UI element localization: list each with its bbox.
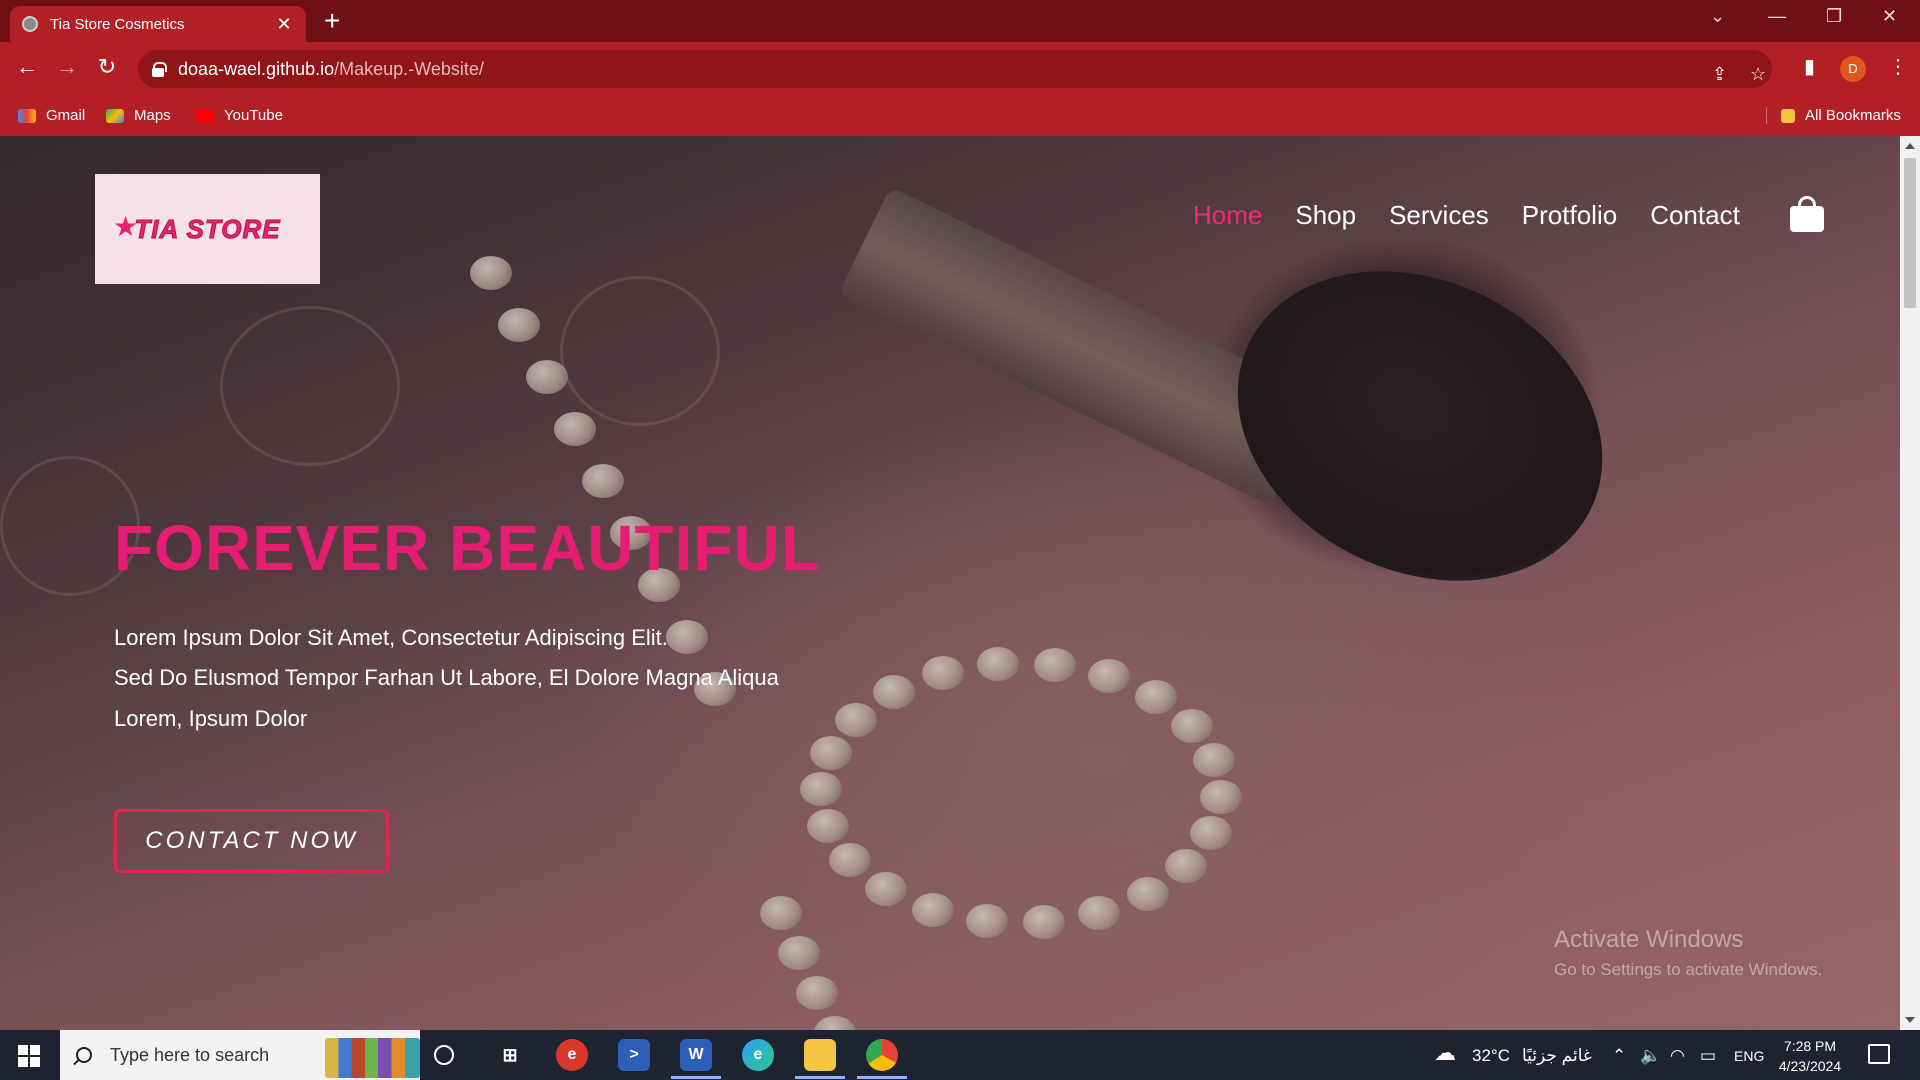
edge-icon[interactable]: e [742,1039,774,1071]
youtube-icon [196,108,214,123]
close-window-button[interactable]: ✕ [1882,6,1897,27]
system-clock[interactable]: 7:28 PM 4/23/2024 [1770,1036,1850,1076]
bookmark-youtube[interactable]: YouTube [196,107,283,124]
search-highlight-books-icon [325,1038,420,1078]
file-explorer-icon[interactable] [804,1039,836,1071]
maps-icon [106,108,124,123]
task-view-icon[interactable]: ⊞ [494,1039,526,1071]
bookmark-gmail[interactable]: Gmail [18,107,85,124]
reload-icon[interactable]: ↻ [92,54,122,80]
search-placeholder: Type here to search [110,1044,270,1065]
folder-icon [1781,108,1795,123]
word-active-indicator [671,1076,721,1079]
windows-taskbar: Type here to search ⊞ e > W e ☁ 32°C غائ… [0,1030,1920,1080]
clock-date: 4/23/2024 [1778,1058,1842,1074]
clock-time: 7:28 PM [1783,1038,1837,1054]
all-bookmarks-button[interactable]: All Bookmarks [1766,107,1901,124]
side-panel-icon[interactable]: ▮ [1804,54,1815,79]
nav-portfolio[interactable]: Protfolio [1522,200,1617,231]
notification-center-icon[interactable] [1868,1044,1890,1064]
show-hidden-icons-chevron-icon[interactable]: ⌃ [1612,1046,1626,1066]
bookmark-maps[interactable]: Maps [106,107,171,124]
powershell-icon[interactable]: > [618,1039,650,1071]
nav-contact[interactable]: Contact [1650,200,1740,231]
hero-text-line: Lorem, Ipsum Dolor [114,706,308,731]
battery-icon[interactable]: ▭ [1700,1046,1716,1066]
volume-icon[interactable]: 🔈 [1640,1046,1661,1066]
star-icon: ★ [113,211,139,242]
hero-title: FOREVER BEAUTIFUL [114,512,821,584]
app-icon-red[interactable]: e [556,1039,588,1071]
site-logo[interactable]: ★ TIA STORE [95,174,320,284]
contact-now-button[interactable]: CONTACT NOW [114,809,389,873]
lock-icon [152,62,167,77]
search-icon [76,1047,92,1063]
bookmark-label: YouTube [224,107,283,124]
chrome-active-indicator [857,1076,907,1079]
forward-arrow-icon[interactable]: → [52,54,82,80]
hero-text-line: Lorem Ipsum Dolor Sit Amet, Consectetur … [114,625,668,650]
address-bar[interactable]: doaa-wael.github.io/Makeup.-Website/ ⇪ ☆ [138,50,1772,88]
back-arrow-icon[interactable]: ← [12,54,42,80]
scrollbar-thumb[interactable] [1904,158,1916,308]
explorer-active-indicator [795,1076,845,1079]
cortana-icon[interactable] [434,1045,454,1065]
close-tab-icon[interactable]: ✕ [274,14,294,35]
nav-services[interactable]: Services [1389,200,1489,231]
page-scrollbar[interactable] [1900,136,1920,1030]
profile-avatar[interactable]: D [1840,56,1866,82]
browser-tab[interactable]: Tia Store Cosmetics ✕ [10,6,306,42]
activate-windows-subtitle: Go to Settings to activate Windows. [1554,960,1823,979]
minimize-button[interactable]: — [1768,6,1786,27]
weather-description[interactable]: غائم جزئيًا [1522,1046,1592,1066]
tab-title: Tia Store Cosmetics [50,15,185,33]
weather-cloud-icon[interactable]: ☁ [1434,1040,1456,1066]
chrome-icon[interactable] [866,1039,898,1071]
share-icon[interactable]: ⇪ [1712,64,1727,85]
scroll-up-arrow-icon[interactable] [1905,143,1915,149]
language-indicator[interactable]: ENG [1734,1048,1764,1064]
bookmarks-bar: Gmail Maps YouTube All Bookmarks [0,96,1920,136]
scroll-down-arrow-icon[interactable] [1905,1017,1915,1023]
logo-text: TIA STORE [134,213,281,244]
bookmark-star-icon[interactable]: ☆ [1750,64,1766,85]
tab-strip: Tia Store Cosmetics ✕ + ⌄ — ❐ ✕ [0,0,1920,42]
all-bookmarks-label: All Bookmarks [1805,107,1901,124]
menu-kebab-icon[interactable]: ⋮ [1888,54,1908,79]
nav-shop[interactable]: Shop [1295,200,1356,231]
url-path: /Makeup.-Website/ [334,58,484,79]
main-nav: Home Shop Services Protfolio Contact [1193,200,1773,231]
nav-home[interactable]: Home [1193,200,1262,231]
activate-windows-title: Activate Windows [1554,926,1744,953]
web-page: ★ TIA STORE Home Shop Services Protfolio… [0,136,1900,1030]
windows-start-icon[interactable] [18,1045,40,1067]
bookmark-label: Maps [134,107,171,124]
weather-temperature[interactable]: 32°C [1472,1046,1510,1066]
hero-text-line: Sed Do Elusmod Tempor Farhan Ut Labore, … [114,665,779,690]
url-domain: doaa-wael.github.io [178,58,335,79]
shopping-bag-icon[interactable] [1790,196,1824,232]
gmail-icon [18,108,36,123]
bookmark-label: Gmail [46,107,86,124]
browser-toolbar: ← → ↻ doaa-wael.github.io/Makeup.-Websit… [0,42,1920,96]
tab-search-chevron-icon[interactable]: ⌄ [1710,6,1725,27]
site-favicon-icon [22,16,38,32]
restore-button[interactable]: ❐ [1826,6,1842,27]
wifi-icon[interactable]: ◠ [1670,1046,1685,1066]
word-icon[interactable]: W [680,1039,712,1071]
new-tab-button[interactable]: + [324,6,340,36]
